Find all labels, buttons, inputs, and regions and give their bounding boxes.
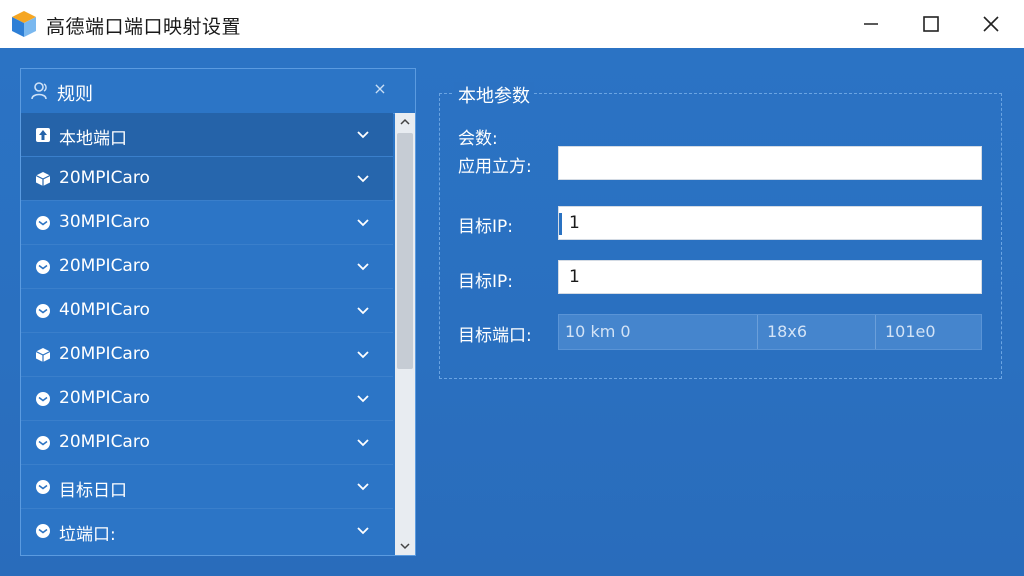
rule-item-label: 20MPICaro: [59, 388, 150, 408]
rule-item[interactable]: 垃端口:: [21, 509, 393, 553]
rule-list: 本地端口 20MPICaro 30MPICaro 20MPICaro 40MPI: [21, 113, 393, 555]
rule-item-label: 目标日口: [59, 481, 127, 501]
rule-item[interactable]: 20MPICaro: [21, 421, 393, 465]
scroll-up-button[interactable]: [395, 113, 415, 131]
source-input[interactable]: [558, 146, 982, 180]
port-field-1[interactable]: 10 km 0: [565, 315, 755, 349]
rule-item[interactable]: 20MPICaro: [21, 333, 393, 377]
box-icon: [36, 480, 50, 494]
rule-item[interactable]: 目标日口: [21, 465, 393, 509]
window-title: 高德端口端口映射设置: [46, 16, 242, 38]
rules-close-button[interactable]: ×: [371, 79, 389, 98]
rule-list-scrollbar[interactable]: [395, 113, 415, 555]
rule-item[interactable]: 40MPICaro: [21, 289, 393, 333]
scroll-thumb[interactable]: [397, 133, 413, 369]
chevron-down-icon: [357, 439, 369, 447]
target-ip-value-2: 1: [569, 267, 580, 287]
port-divider: [757, 315, 758, 349]
chevron-down-icon: [357, 395, 369, 403]
chevron-down-icon: [357, 175, 369, 183]
text-caret: [559, 213, 562, 235]
user-icon: [31, 82, 47, 100]
chevron-up-icon: [400, 118, 410, 125]
port-field-3[interactable]: 101e0: [885, 315, 975, 349]
client-area: 规则 × 本地端口 20MPICaro 30MPICaro 20MPICaro: [0, 48, 1024, 576]
rules-title: 规则: [57, 84, 93, 105]
app-cube-icon: [12, 11, 36, 37]
close-icon: [983, 16, 999, 32]
rule-item-label: 垃端口:: [59, 525, 116, 545]
box-icon: [36, 436, 50, 450]
target-port-fields: 10 km 0 18x6 101e0: [558, 314, 982, 350]
rule-item-label: 本地端口: [59, 129, 127, 149]
scroll-down-button[interactable]: [395, 537, 415, 555]
chevron-down-icon: [357, 219, 369, 227]
port-divider: [875, 315, 876, 349]
rule-item-label: 20MPICaro: [59, 168, 150, 188]
rule-item-label: 40MPICaro: [59, 300, 150, 320]
minimize-button[interactable]: [842, 0, 900, 48]
box-icon: [35, 348, 51, 362]
rule-item[interactable]: 20MPICaro: [21, 377, 393, 421]
box-icon: [35, 172, 51, 186]
label-target-port: 目标端口:: [458, 326, 532, 346]
rule-item[interactable]: 本地端口: [21, 113, 393, 157]
port-field-2[interactable]: 18x6: [767, 315, 867, 349]
upload-icon: [36, 128, 50, 142]
maximize-icon: [923, 16, 939, 32]
rule-item[interactable]: 30MPICaro: [21, 201, 393, 245]
title-bar: 高德端口端口映射设置: [0, 0, 1024, 48]
chevron-down-icon: [357, 483, 369, 491]
chevron-down-icon: [400, 543, 410, 550]
chevron-down-icon: [357, 307, 369, 315]
group-title: 本地参数: [454, 82, 534, 108]
box-icon: [36, 392, 50, 406]
box-icon: [36, 304, 50, 318]
close-window-button[interactable]: [962, 0, 1020, 48]
box-icon: [36, 216, 50, 230]
minimize-icon: [864, 23, 878, 25]
chevron-down-icon: [357, 131, 369, 139]
rule-item-label: 20MPICaro: [59, 432, 150, 452]
target-ip-input-2[interactable]: 1: [558, 260, 982, 294]
chevron-down-icon: [357, 527, 369, 535]
rule-item-label: 30MPICaro: [59, 212, 150, 232]
label-source: 应用立方:: [458, 157, 532, 177]
rules-header: 规则 ×: [21, 69, 415, 114]
box-icon: [36, 524, 50, 538]
chevron-down-icon: [357, 351, 369, 359]
label-target-ip-2: 目标IP:: [458, 272, 513, 292]
rule-item-label: 20MPICaro: [59, 344, 150, 364]
rule-item[interactable]: 20MPICaro: [21, 245, 393, 289]
box-icon: [36, 260, 50, 274]
label-target-ip-1: 目标IP:: [458, 217, 513, 237]
rules-panel: 规则 × 本地端口 20MPICaro 30MPICaro 20MPICaro: [20, 68, 416, 556]
rule-item[interactable]: 20MPICaro: [21, 157, 393, 201]
rule-item-label: 20MPICaro: [59, 256, 150, 276]
chevron-down-icon: [357, 263, 369, 271]
target-ip-input-1[interactable]: 1: [558, 206, 982, 240]
target-ip-value-1: 1: [569, 213, 580, 233]
maximize-button[interactable]: [902, 0, 960, 48]
label-params: 会数:: [458, 129, 498, 149]
